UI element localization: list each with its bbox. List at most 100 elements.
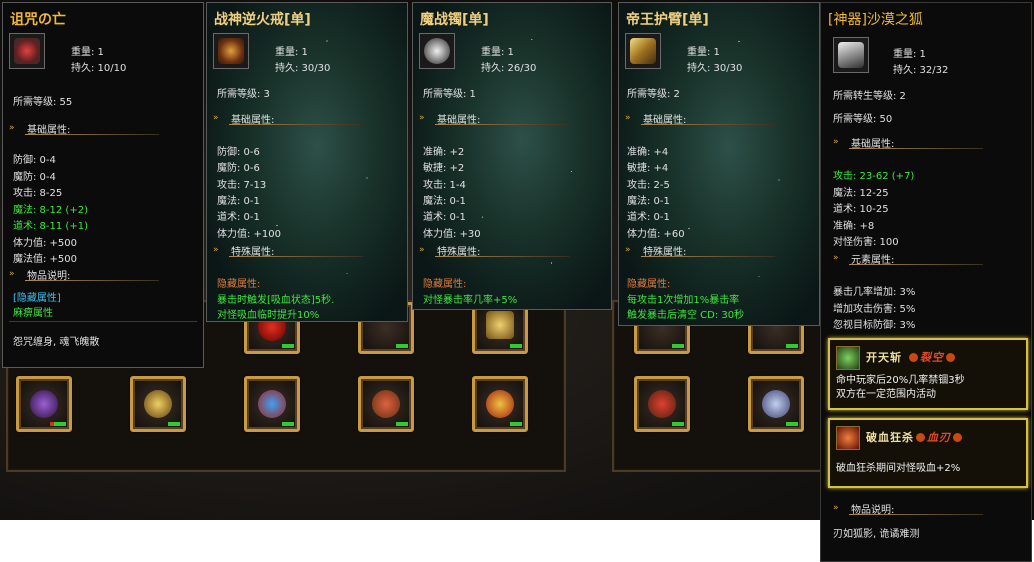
gem-slot-icon bbox=[144, 390, 172, 418]
gem-slot-icon bbox=[648, 390, 676, 418]
equip-slot[interactable] bbox=[634, 376, 690, 432]
chevron-right-icon: » bbox=[419, 245, 425, 255]
skill-title: 破血狂杀 血刃 bbox=[866, 429, 964, 445]
section-special-attributes: » 特殊属性: bbox=[419, 243, 569, 258]
gem-slot-icon bbox=[258, 390, 286, 418]
skill-title: 开天斩 裂空 bbox=[866, 349, 957, 365]
durability-bar bbox=[54, 422, 66, 426]
item-required-level: 所需等级: 50 bbox=[833, 114, 893, 125]
section-rule bbox=[435, 256, 569, 257]
section-item-description: » 物品说明: bbox=[9, 267, 159, 282]
attribute-line: 魔法: 0-1 bbox=[423, 195, 466, 207]
gem-slot-icon bbox=[762, 390, 790, 418]
section-item-description: » 物品说明: bbox=[833, 501, 983, 516]
pistol-icon bbox=[838, 42, 864, 68]
attribute-line: 对怪伤害: 100 bbox=[833, 237, 899, 248]
section-rule bbox=[25, 280, 159, 281]
gem-slot-icon bbox=[486, 311, 514, 339]
item-weight: 重量: 1 bbox=[893, 49, 926, 60]
item-tooltip-bracelet: 魔战镯[单] 重量: 1 持久: 26/30 所需等级: 1 » 基础属性: 准确… bbox=[412, 2, 612, 310]
attribute-line: 体力值: +100 bbox=[217, 228, 282, 240]
item-weight: 重量: 1 bbox=[687, 47, 720, 58]
attribute-line: 准确: +8 bbox=[833, 220, 875, 232]
item-icon-frame bbox=[833, 37, 869, 73]
attribute-line: 攻击: 8-25 bbox=[13, 188, 63, 199]
attribute-line: 麻痹属性 bbox=[13, 308, 53, 319]
attribute-line: 攻击: 23-62 (+7) bbox=[833, 171, 915, 182]
durability-bar bbox=[672, 422, 684, 426]
attribute-line: [隐藏属性] bbox=[13, 293, 61, 304]
section-rule bbox=[849, 514, 983, 515]
attribute-line: 魔法: 12-25 bbox=[833, 187, 889, 199]
section-basic-attributes: » 基础属性: bbox=[625, 111, 775, 126]
equip-slot[interactable] bbox=[16, 376, 72, 432]
durability-bar bbox=[50, 422, 54, 426]
section-rule bbox=[641, 256, 775, 257]
attribute-line: 防御: 0-6 bbox=[217, 147, 260, 158]
orb-icon bbox=[916, 433, 925, 442]
gem-slot-icon bbox=[486, 390, 514, 418]
item-icon-frame bbox=[625, 33, 661, 69]
attribute-line: 触发暴击后清空 CD: 30秒 bbox=[627, 310, 745, 321]
attribute-line: 敏捷: +2 bbox=[423, 163, 465, 175]
equip-slot[interactable] bbox=[472, 376, 528, 432]
item-required-rebirth: 所需转生等级: 2 bbox=[833, 91, 906, 102]
equip-slot[interactable] bbox=[244, 376, 300, 432]
section-basic-attributes: » 基础属性: bbox=[213, 111, 363, 126]
item-title: 战神逆火戒[单] bbox=[214, 12, 311, 28]
item-durability: 持久: 30/30 bbox=[687, 63, 743, 74]
item-weight: 重量: 1 bbox=[275, 47, 308, 58]
attribute-line: 道术: 8-11 (+1) bbox=[13, 221, 88, 232]
equip-slot[interactable] bbox=[748, 376, 804, 432]
attribute-line: 魔法: 8-12 (+2) bbox=[13, 204, 88, 216]
item-durability: 持久: 10/10 bbox=[71, 63, 127, 74]
equip-slot[interactable] bbox=[130, 376, 186, 432]
chevron-right-icon: » bbox=[833, 253, 839, 263]
attribute-line: 道术: 0-1 bbox=[423, 212, 466, 224]
attribute-line: 每攻击1次增加1%暴击率 bbox=[627, 295, 740, 306]
skill-name: 破血狂杀 bbox=[866, 431, 914, 444]
gem-slot-icon bbox=[30, 390, 58, 418]
skill-box-poxuekuangsha: 破血狂杀 血刃 破血狂杀期间对怪吸血+2% bbox=[828, 418, 1028, 488]
chevron-right-icon: » bbox=[833, 137, 839, 147]
skill-tag: 裂空 bbox=[919, 351, 944, 364]
orb-icon bbox=[908, 353, 918, 362]
attribute-line: 对怪暴击率几率+5% bbox=[423, 295, 518, 306]
armguard-icon bbox=[630, 38, 656, 64]
attribute-line: 魔法: 0-1 bbox=[217, 195, 260, 207]
item-durability: 持久: 32/32 bbox=[893, 65, 949, 76]
durability-bar bbox=[510, 344, 522, 348]
attribute-line: 准确: +4 bbox=[627, 147, 669, 158]
attribute-line: 魔法值: +500 bbox=[13, 254, 78, 265]
hidden-attributes-header: 隐藏属性: bbox=[423, 279, 467, 290]
orb-icon bbox=[945, 353, 955, 362]
attribute-line: 体力值: +500 bbox=[13, 237, 78, 249]
equip-slot[interactable] bbox=[358, 376, 414, 432]
section-rule bbox=[435, 124, 569, 125]
chevron-right-icon: » bbox=[625, 113, 631, 123]
attribute-line: 道术: 10-25 bbox=[833, 204, 889, 215]
attribute-line: 准确: +2 bbox=[423, 147, 465, 158]
item-title: [神器]沙漠之狐 bbox=[828, 12, 923, 28]
attribute-line: 魔防: 0-6 bbox=[217, 163, 260, 175]
attribute-line: 体力值: +60 bbox=[627, 228, 685, 240]
skill-desc-line: 命中玩家后20%几率禁锢3秒 bbox=[836, 375, 965, 386]
section-element-attributes: » 元素属性: bbox=[833, 251, 983, 266]
chevron-right-icon: » bbox=[9, 269, 15, 279]
attribute-line: 敏捷: +4 bbox=[627, 163, 669, 175]
durability-bar bbox=[786, 344, 798, 348]
durability-bar bbox=[396, 344, 408, 348]
item-title: 诅咒の亡 bbox=[10, 12, 66, 28]
chevron-right-icon: » bbox=[213, 245, 219, 255]
section-rule bbox=[849, 264, 983, 265]
skill-name: 开天斩 bbox=[866, 351, 902, 364]
attribute-line: 攻击: 7-13 bbox=[217, 179, 267, 191]
orb-icon bbox=[953, 433, 962, 442]
item-icon-frame bbox=[9, 33, 45, 69]
divider bbox=[9, 321, 197, 322]
durability-bar bbox=[282, 344, 294, 348]
section-special-attributes: » 特殊属性: bbox=[625, 243, 775, 258]
section-special-attributes: » 特殊属性: bbox=[213, 243, 363, 258]
skill-desc-line: 双方在一定范围内活动 bbox=[836, 389, 936, 400]
section-basic-attributes: » 基础属性: bbox=[419, 111, 569, 126]
